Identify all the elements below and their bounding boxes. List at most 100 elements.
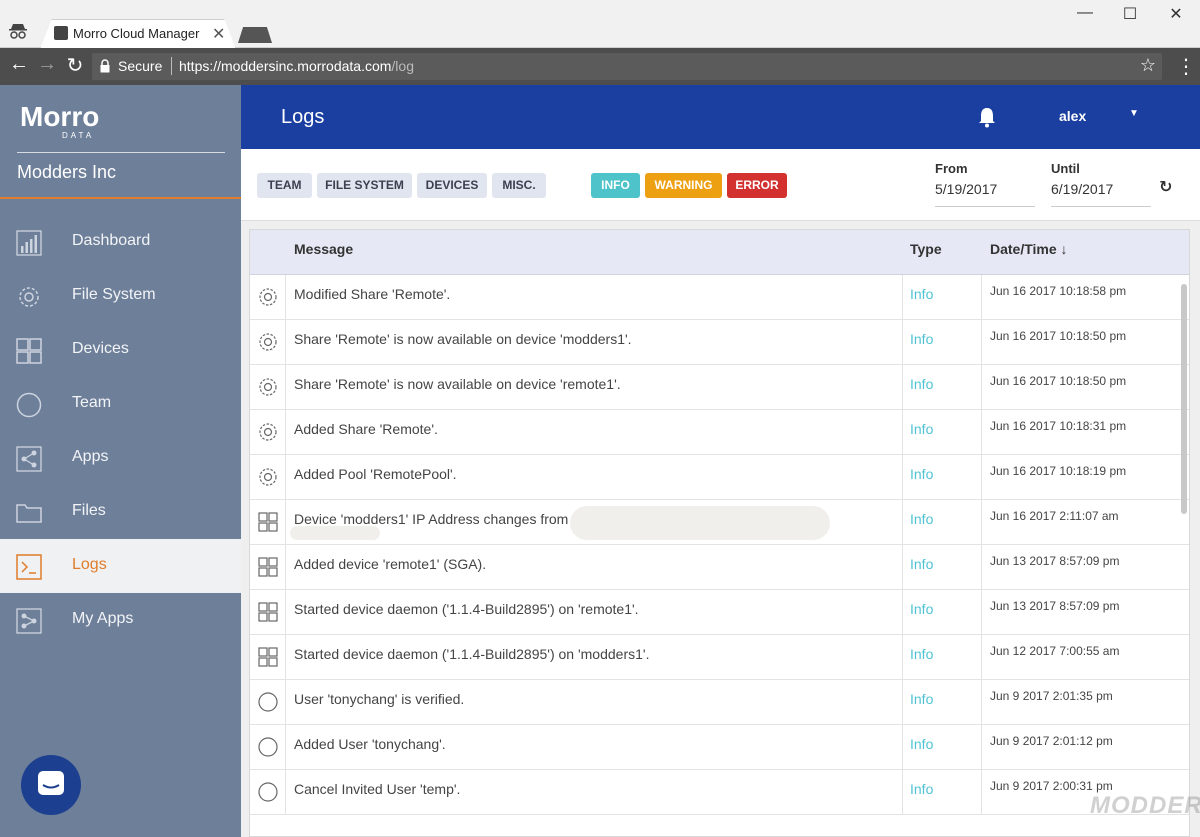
filter-chip-devices[interactable]: DEVICES bbox=[417, 173, 487, 198]
tab-close-icon[interactable]: ✕ bbox=[212, 24, 225, 44]
sidebar-item-label: Apps bbox=[72, 448, 109, 465]
column-header-type[interactable]: Type bbox=[910, 241, 942, 257]
log-content: Message Type Date/Time ↓ Modified Share … bbox=[241, 221, 1200, 837]
org-divider bbox=[17, 152, 225, 153]
sidebar-item-label: File System bbox=[72, 286, 156, 303]
table-row[interactable]: User 'tonychang' is verified. Info Jun 9 2… bbox=[250, 680, 1189, 725]
user-menu[interactable]: alex bbox=[1059, 108, 1086, 124]
table-row[interactable]: Device 'modders1' IP Address changes fro… bbox=[250, 500, 1189, 545]
level-filter-info[interactable]: INFO bbox=[591, 173, 640, 198]
log-datetime: Jun 9 2017 2:01:35 pm bbox=[990, 689, 1113, 703]
reload-button[interactable]: ↻ bbox=[64, 53, 86, 78]
log-message: Started device daemon ('1.1.4-Build2895'… bbox=[294, 601, 639, 617]
url-text: https://moddersinc.morrodata.com/log bbox=[179, 58, 414, 74]
filter-chip-file-system[interactable]: FILE SYSTEM bbox=[317, 173, 412, 198]
log-type: Info bbox=[910, 646, 934, 662]
log-type: Info bbox=[910, 331, 934, 347]
log-type: Info bbox=[910, 511, 934, 527]
back-button[interactable]: ← bbox=[8, 53, 30, 76]
table-row[interactable]: Share 'Remote' is now available on devic… bbox=[250, 365, 1189, 410]
table-scrollbar[interactable] bbox=[1181, 284, 1187, 514]
log-datetime: Jun 16 2017 2:11:07 am bbox=[990, 509, 1119, 523]
log-datetime: Jun 16 2017 10:18:50 pm bbox=[990, 329, 1127, 343]
sidebar-item-team[interactable]: Team bbox=[0, 377, 241, 431]
chat-button[interactable] bbox=[21, 755, 81, 815]
column-header-datetime[interactable]: Date/Time ↓ bbox=[990, 241, 1068, 257]
log-message: Modified Share 'Remote'. bbox=[294, 286, 451, 302]
incognito-icon bbox=[9, 24, 27, 39]
log-type: Info bbox=[910, 286, 934, 302]
url-separator bbox=[171, 57, 172, 75]
filter-bar: TEAM FILE SYSTEM DEVICES MISC. INFO WARN… bbox=[241, 149, 1200, 221]
log-message: Share 'Remote' is now available on devic… bbox=[294, 331, 632, 347]
table-row[interactable]: Started device daemon ('1.1.4-Build2895'… bbox=[250, 590, 1189, 635]
sidebar-item-apps[interactable]: Apps bbox=[0, 431, 241, 485]
level-filter-warning[interactable]: WARNING bbox=[645, 173, 722, 198]
log-type-cell: Info bbox=[902, 275, 982, 320]
table-row[interactable]: Modified Share 'Remote'. Info Jun 16 2017 … bbox=[250, 275, 1189, 320]
new-tab-button[interactable] bbox=[238, 27, 272, 43]
log-datetime: Jun 9 2017 2:00:31 pm bbox=[990, 779, 1113, 793]
sidebar-item-label: Logs bbox=[72, 556, 107, 573]
folder-icon bbox=[16, 504, 42, 523]
log-datetime: Jun 13 2017 8:57:09 pm bbox=[990, 554, 1120, 568]
minimize-button[interactable]: — bbox=[1070, 4, 1100, 22]
address-bar[interactable]: Secure https://moddersinc.morrodata.com/… bbox=[92, 53, 1162, 80]
table-row[interactable]: Cancel Invited User 'temp'. Info Jun 9 201… bbox=[250, 770, 1189, 815]
sidebar-item-label: Files bbox=[72, 502, 106, 519]
sidebar-item-label: Team bbox=[72, 394, 112, 411]
page-title: Logs bbox=[281, 106, 325, 128]
maximize-button[interactable]: ☐ bbox=[1115, 4, 1145, 24]
bell-icon[interactable] bbox=[977, 106, 997, 128]
apps-icon bbox=[16, 608, 42, 634]
log-type-cell: Info bbox=[902, 365, 982, 410]
log-type-cell: Info bbox=[902, 680, 982, 725]
browser-titlebar: Morro Cloud Manager ✕ — ☐ ✕ bbox=[0, 0, 1200, 49]
forward-button[interactable]: → bbox=[36, 53, 58, 76]
browser-menu-icon[interactable]: ⋮ bbox=[1176, 54, 1196, 79]
table-row[interactable]: Added User 'tonychang'. Info Jun 9 2017 2:… bbox=[250, 725, 1189, 770]
from-label: From bbox=[935, 161, 968, 176]
app-header: Logs alex ▼ bbox=[241, 85, 1200, 149]
table-row[interactable]: Added device 'remote1' (SGA). Info Jun 13 … bbox=[250, 545, 1189, 590]
sidebar-item-dashboard[interactable]: Dashboard bbox=[0, 215, 241, 269]
filter-chip-team[interactable]: TEAM bbox=[257, 173, 312, 198]
bookmark-star-icon[interactable]: ☆ bbox=[1140, 55, 1156, 76]
level-filter-error[interactable]: ERROR bbox=[727, 173, 787, 198]
share-icon bbox=[16, 446, 42, 472]
table-row[interactable]: Started device daemon ('1.1.4-Build2895'… bbox=[250, 635, 1189, 680]
until-date-field[interactable]: 6/19/2017 bbox=[1051, 181, 1151, 207]
log-type: Info bbox=[910, 466, 934, 482]
close-window-button[interactable]: ✕ bbox=[1161, 4, 1191, 24]
sidebar-item-label: Devices bbox=[72, 340, 129, 357]
row-icon-cell bbox=[250, 770, 286, 815]
sidebar-item-logs[interactable]: Logs bbox=[0, 539, 241, 593]
log-datetime: Jun 16 2017 10:18:50 pm bbox=[990, 374, 1127, 388]
url-base: https://moddersinc.morrodata.com bbox=[179, 58, 392, 74]
log-type: Info bbox=[910, 781, 934, 797]
gear-icon bbox=[19, 287, 39, 307]
log-type-cell: Info bbox=[902, 770, 982, 815]
sidebar-item-files[interactable]: Files bbox=[0, 485, 241, 539]
sidebar-item-label: My Apps bbox=[72, 610, 134, 627]
log-datetime: Jun 13 2017 8:57:09 pm bbox=[990, 599, 1120, 613]
log-message: Added Pool 'RemotePool'. bbox=[294, 466, 457, 482]
column-header-message[interactable]: Message bbox=[294, 241, 353, 257]
row-icon-cell bbox=[250, 545, 286, 590]
chevron-down-icon[interactable]: ▼ bbox=[1129, 108, 1139, 119]
table-row[interactable]: Added Pool 'RemotePool'. Info Jun 16 2017 … bbox=[250, 455, 1189, 500]
table-row[interactable]: Share 'Remote' is now available on devic… bbox=[250, 320, 1189, 365]
from-date-field[interactable]: 5/19/2017 bbox=[935, 181, 1035, 207]
filter-chip-misc[interactable]: MISC. bbox=[492, 173, 546, 198]
grid-icon bbox=[16, 338, 42, 364]
refresh-icon[interactable]: ↻ bbox=[1159, 177, 1172, 197]
sidebar-item-file-system[interactable]: File System bbox=[0, 269, 241, 323]
sidebar-item-my-apps[interactable]: My Apps bbox=[0, 593, 241, 647]
log-message: Started device daemon ('1.1.4-Build2895'… bbox=[294, 646, 650, 662]
log-message: Cancel Invited User 'temp'. bbox=[294, 781, 461, 797]
sidebar-item-devices[interactable]: Devices bbox=[0, 323, 241, 377]
table-row[interactable]: Added Share 'Remote'. Info Jun 16 2017 10:… bbox=[250, 410, 1189, 455]
log-datetime: Jun 16 2017 10:18:58 pm bbox=[990, 284, 1127, 298]
chart-icon bbox=[16, 230, 42, 256]
log-type-cell: Info bbox=[902, 500, 982, 545]
